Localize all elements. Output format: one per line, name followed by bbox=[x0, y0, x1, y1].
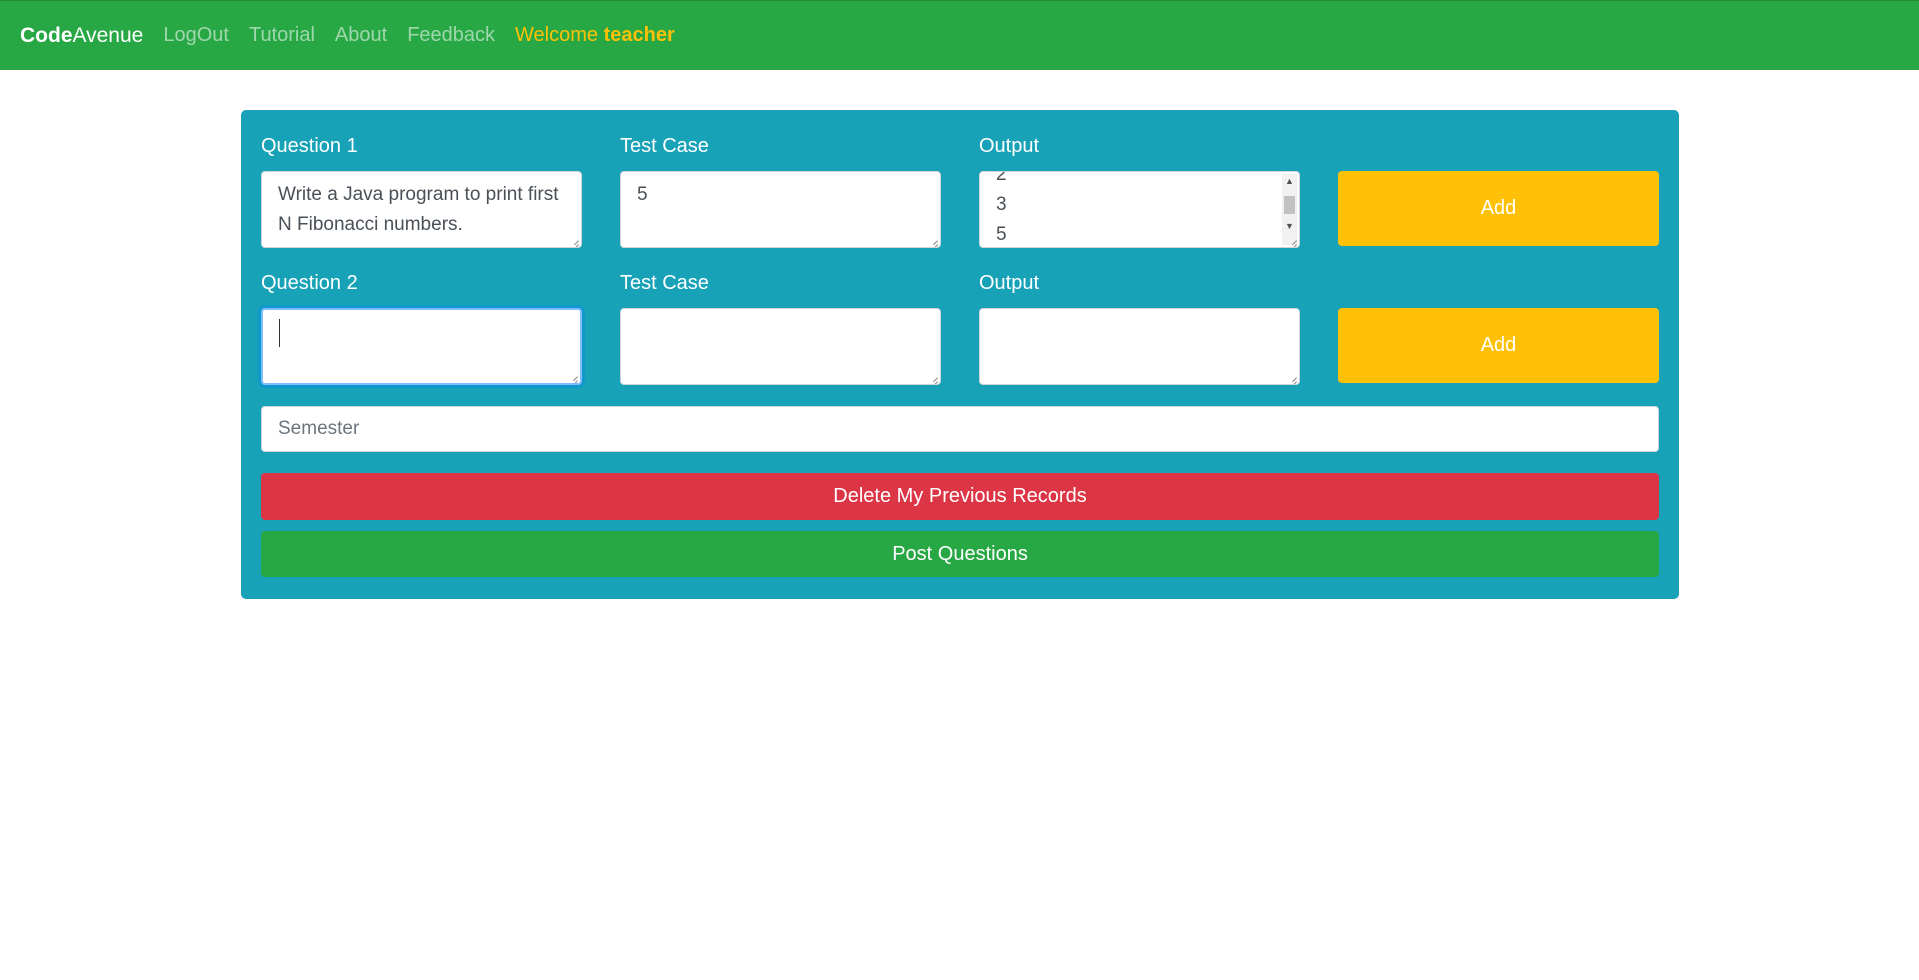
delete-records-button[interactable]: Delete My Previous Records bbox=[261, 473, 1659, 520]
question-2-label: Question 2 bbox=[261, 272, 358, 294]
question-1-textarea[interactable]: Write a Java program to print first N Fi… bbox=[261, 171, 582, 248]
brand-logo[interactable]: CodeAvenue bbox=[20, 24, 143, 48]
question-1-text: Write a Java program to print first N Fi… bbox=[278, 184, 559, 235]
output-1-line: 2 bbox=[996, 171, 1007, 185]
text-cursor bbox=[279, 318, 280, 347]
welcome-message: Welcome teacher bbox=[515, 24, 675, 46]
resize-handle-icon[interactable] bbox=[1287, 372, 1297, 382]
resize-handle-icon[interactable] bbox=[1287, 235, 1297, 245]
top-navbar: CodeAvenue LogOut Tutorial About Feedbac… bbox=[0, 0, 1919, 70]
output-1-line: 5 bbox=[996, 224, 1007, 245]
testcase-2-textarea[interactable] bbox=[620, 308, 941, 385]
scroll-up-arrow-icon[interactable]: ▲ bbox=[1282, 174, 1297, 188]
add-question-1-button[interactable]: Add bbox=[1338, 171, 1659, 246]
welcome-username: teacher bbox=[603, 24, 675, 46]
resize-handle-icon[interactable] bbox=[569, 235, 579, 245]
output-2-textarea[interactable] bbox=[979, 308, 1300, 385]
add-question-2-button[interactable]: Add bbox=[1338, 308, 1659, 383]
nav-logout-link[interactable]: LogOut bbox=[163, 24, 229, 47]
scrollbar-thumb[interactable] bbox=[1284, 196, 1295, 214]
resize-handle-icon[interactable] bbox=[928, 235, 938, 245]
output-1-label: Output bbox=[979, 135, 1040, 157]
nav-feedback-link[interactable]: Feedback bbox=[407, 24, 495, 47]
output-1-line: 3 bbox=[996, 194, 1007, 215]
resize-handle-icon[interactable] bbox=[568, 371, 578, 381]
output-1-lines: 2 3 5 bbox=[996, 171, 1007, 247]
nav-tutorial-link[interactable]: Tutorial bbox=[249, 24, 315, 47]
nav-about-link[interactable]: About bbox=[335, 24, 387, 47]
testcase-1-textarea[interactable]: 5 bbox=[620, 171, 941, 248]
output-1-textarea[interactable]: 2 3 5 ▲ ▼ bbox=[979, 171, 1300, 248]
post-questions-button[interactable]: Post Questions bbox=[261, 531, 1659, 577]
resize-handle-icon[interactable] bbox=[928, 372, 938, 382]
testcase-1-label: Test Case bbox=[620, 135, 709, 157]
question-1-label: Question 1 bbox=[261, 135, 358, 157]
scroll-down-arrow-icon[interactable]: ▼ bbox=[1282, 219, 1297, 233]
output-2-label: Output bbox=[979, 272, 1040, 294]
testcase-1-text: 5 bbox=[637, 184, 648, 205]
semester-input[interactable]: Semester bbox=[261, 406, 1659, 452]
question-form-panel: Question 1 Test Case Output Write a Java… bbox=[241, 110, 1679, 599]
question-2-textarea[interactable] bbox=[261, 308, 582, 385]
testcase-2-label: Test Case bbox=[620, 272, 709, 294]
